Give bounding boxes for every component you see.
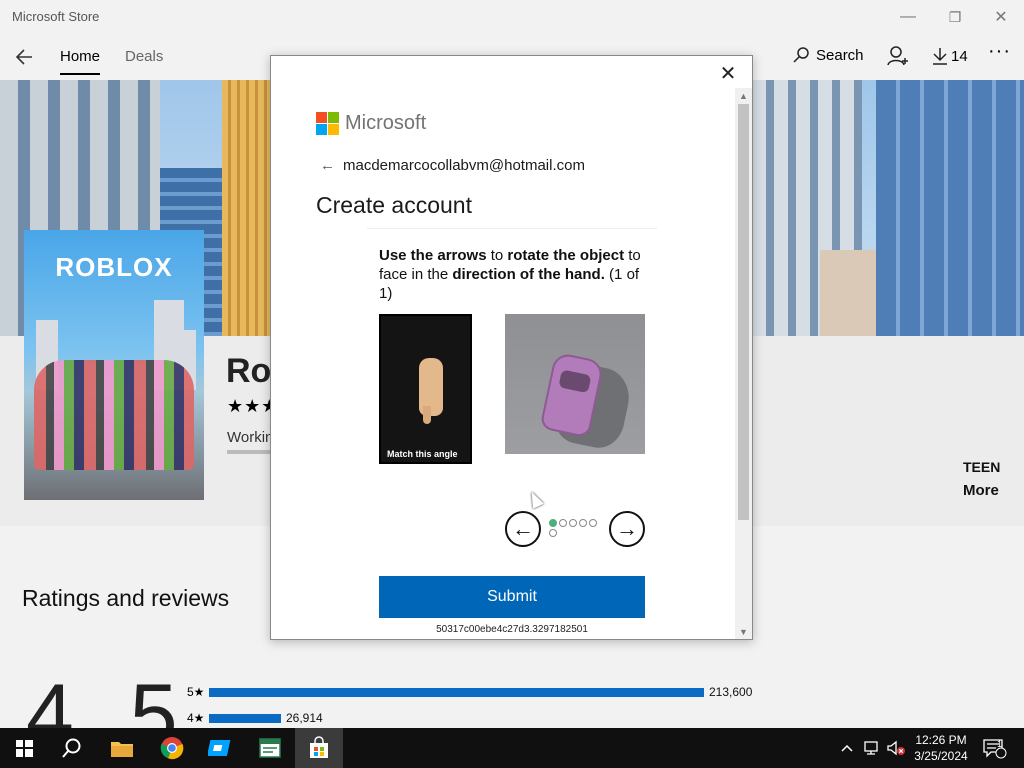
create-account-dialog: ✕ ▲ ▼ Microsoft ← macdemarcocollabvm@hot… [270,55,753,640]
taskbar: 12:26 PM 3/25/2024 1 [0,728,1024,768]
close-window-button[interactable]: ✕ [978,0,1024,34]
clock-time: 12:26 PM [915,733,967,747]
search-icon [793,47,809,63]
windows-icon [15,739,33,757]
instruction-bold: direction of the hand. [452,266,605,283]
clock-date: 3/25/2024 [914,749,968,763]
rating-row-label: 4★ [187,711,205,725]
rating-row-4: 4★ 26,914 [187,711,323,725]
age-rating-label: TEEN [963,459,1001,475]
title-bar: Microsoft Store — ❐ ✕ [0,0,1024,34]
install-status: Workin [227,429,274,446]
notification-icon [983,739,1007,759]
account-button[interactable] [886,44,910,68]
dialog-heading: Create account [316,192,472,218]
dialog-close-button[interactable]: ✕ [718,64,738,84]
chevron-up-icon [841,744,853,752]
instruction-bold: rotate the object [507,247,625,264]
search-taskbar-button[interactable] [48,728,96,768]
chrome-icon [160,737,184,760]
search-button[interactable]: Search [792,46,864,64]
start-button[interactable] [0,728,48,768]
building-image [876,80,1024,336]
downloads-button[interactable]: 14 [931,46,968,66]
download-icon [933,48,947,65]
dialog-scrollbar[interactable]: ▲ ▼ [735,88,752,639]
step-dot [589,519,597,527]
document-icon [259,738,281,758]
tab-deals[interactable]: Deals [125,48,163,65]
account-email: macdemarcocollabvm@hotmail.com [343,157,585,174]
more-link[interactable]: More [963,482,999,499]
folder-icon [111,742,133,757]
roblox-taskbar-button[interactable] [197,728,245,768]
rotate-left-button[interactable]: ← [505,511,541,547]
rating-row-count: 26,914 [286,711,323,725]
file-explorer-button[interactable] [98,728,146,768]
search-icon [62,738,81,758]
more-options-button[interactable]: ··· [988,40,1011,63]
add-user-icon [887,46,908,66]
step-dot [559,519,567,527]
step-dot [579,519,587,527]
rating-row-5: 5★ 213,600 [187,685,752,699]
game-tile-image[interactable]: ROBLOX [24,230,204,500]
instruction-bold: Use the arrows [379,247,487,264]
target-hand-image: Match this angle [379,314,472,464]
volume-muted-icon [887,740,905,756]
rotate-right-button[interactable]: → [609,511,645,547]
downloads-count: 14 [951,47,968,65]
rating-bar [209,687,704,697]
rating-bar [209,713,281,723]
pointing-finger [423,406,431,424]
taskbar-clock[interactable]: 12:26 PM 3/25/2024 [912,732,970,764]
building-image [222,80,270,336]
back-button[interactable] [12,44,38,70]
microsoft-store-button[interactable] [295,728,343,768]
match-angle-label: Match this angle [387,449,458,459]
show-hidden-icons[interactable] [840,728,854,768]
minimize-button[interactable]: — [885,0,931,34]
scrollbar-thumb[interactable] [738,104,749,520]
captcha-puzzle: Use the arrows to rotate the object to f… [367,228,657,635]
notes-app-button[interactable] [246,728,294,768]
app-title: Microsoft Store [12,9,100,24]
network-icon [864,741,878,755]
store-bag-icon [310,736,328,758]
back-arrow-icon[interactable]: ← [320,157,335,174]
step-dot [549,529,557,537]
maximize-button[interactable]: ❐ [932,0,978,34]
tab-home[interactable]: Home [60,48,101,75]
chrome-button[interactable] [148,728,196,768]
search-label: Search [816,46,864,64]
volume-tray-button[interactable] [886,728,906,768]
rotation-step-indicator [549,519,603,537]
rating-row-count: 213,600 [709,685,753,699]
step-dot [549,519,557,527]
ratings-heading: Ratings and reviews [22,585,230,611]
roblox-studio-icon [208,740,231,756]
instruction-text: to [486,247,508,264]
back-arrow-icon [15,49,32,65]
microsoft-wordmark: Microsoft [345,112,427,134]
action-center-button[interactable]: 1 [982,728,1008,768]
microsoft-logo-icon [316,112,339,135]
scroll-up-icon[interactable]: ▲ [735,88,752,104]
network-tray-button[interactable] [862,728,880,768]
roblox-logo: ROBLOX [55,252,173,282]
rating-row-label: 5★ [187,685,205,699]
rotatable-object-image [505,314,645,454]
captcha-instructions: Use the arrows to rotate the object to f… [379,246,649,303]
avatar-crowd-image [34,360,194,470]
building-image [820,250,880,336]
scroll-down-icon[interactable]: ▼ [735,624,752,639]
microsoft-logo: Microsoft [316,112,426,135]
step-dot [569,519,577,527]
install-progress-bar [227,450,271,454]
email-row: ← macdemarcocollabvm@hotmail.com [320,157,585,174]
notification-count: 1 [997,739,1003,749]
submit-button[interactable]: Submit [379,576,645,618]
session-id: 50317c00ebe4c27d3.3297182501 [436,624,588,635]
